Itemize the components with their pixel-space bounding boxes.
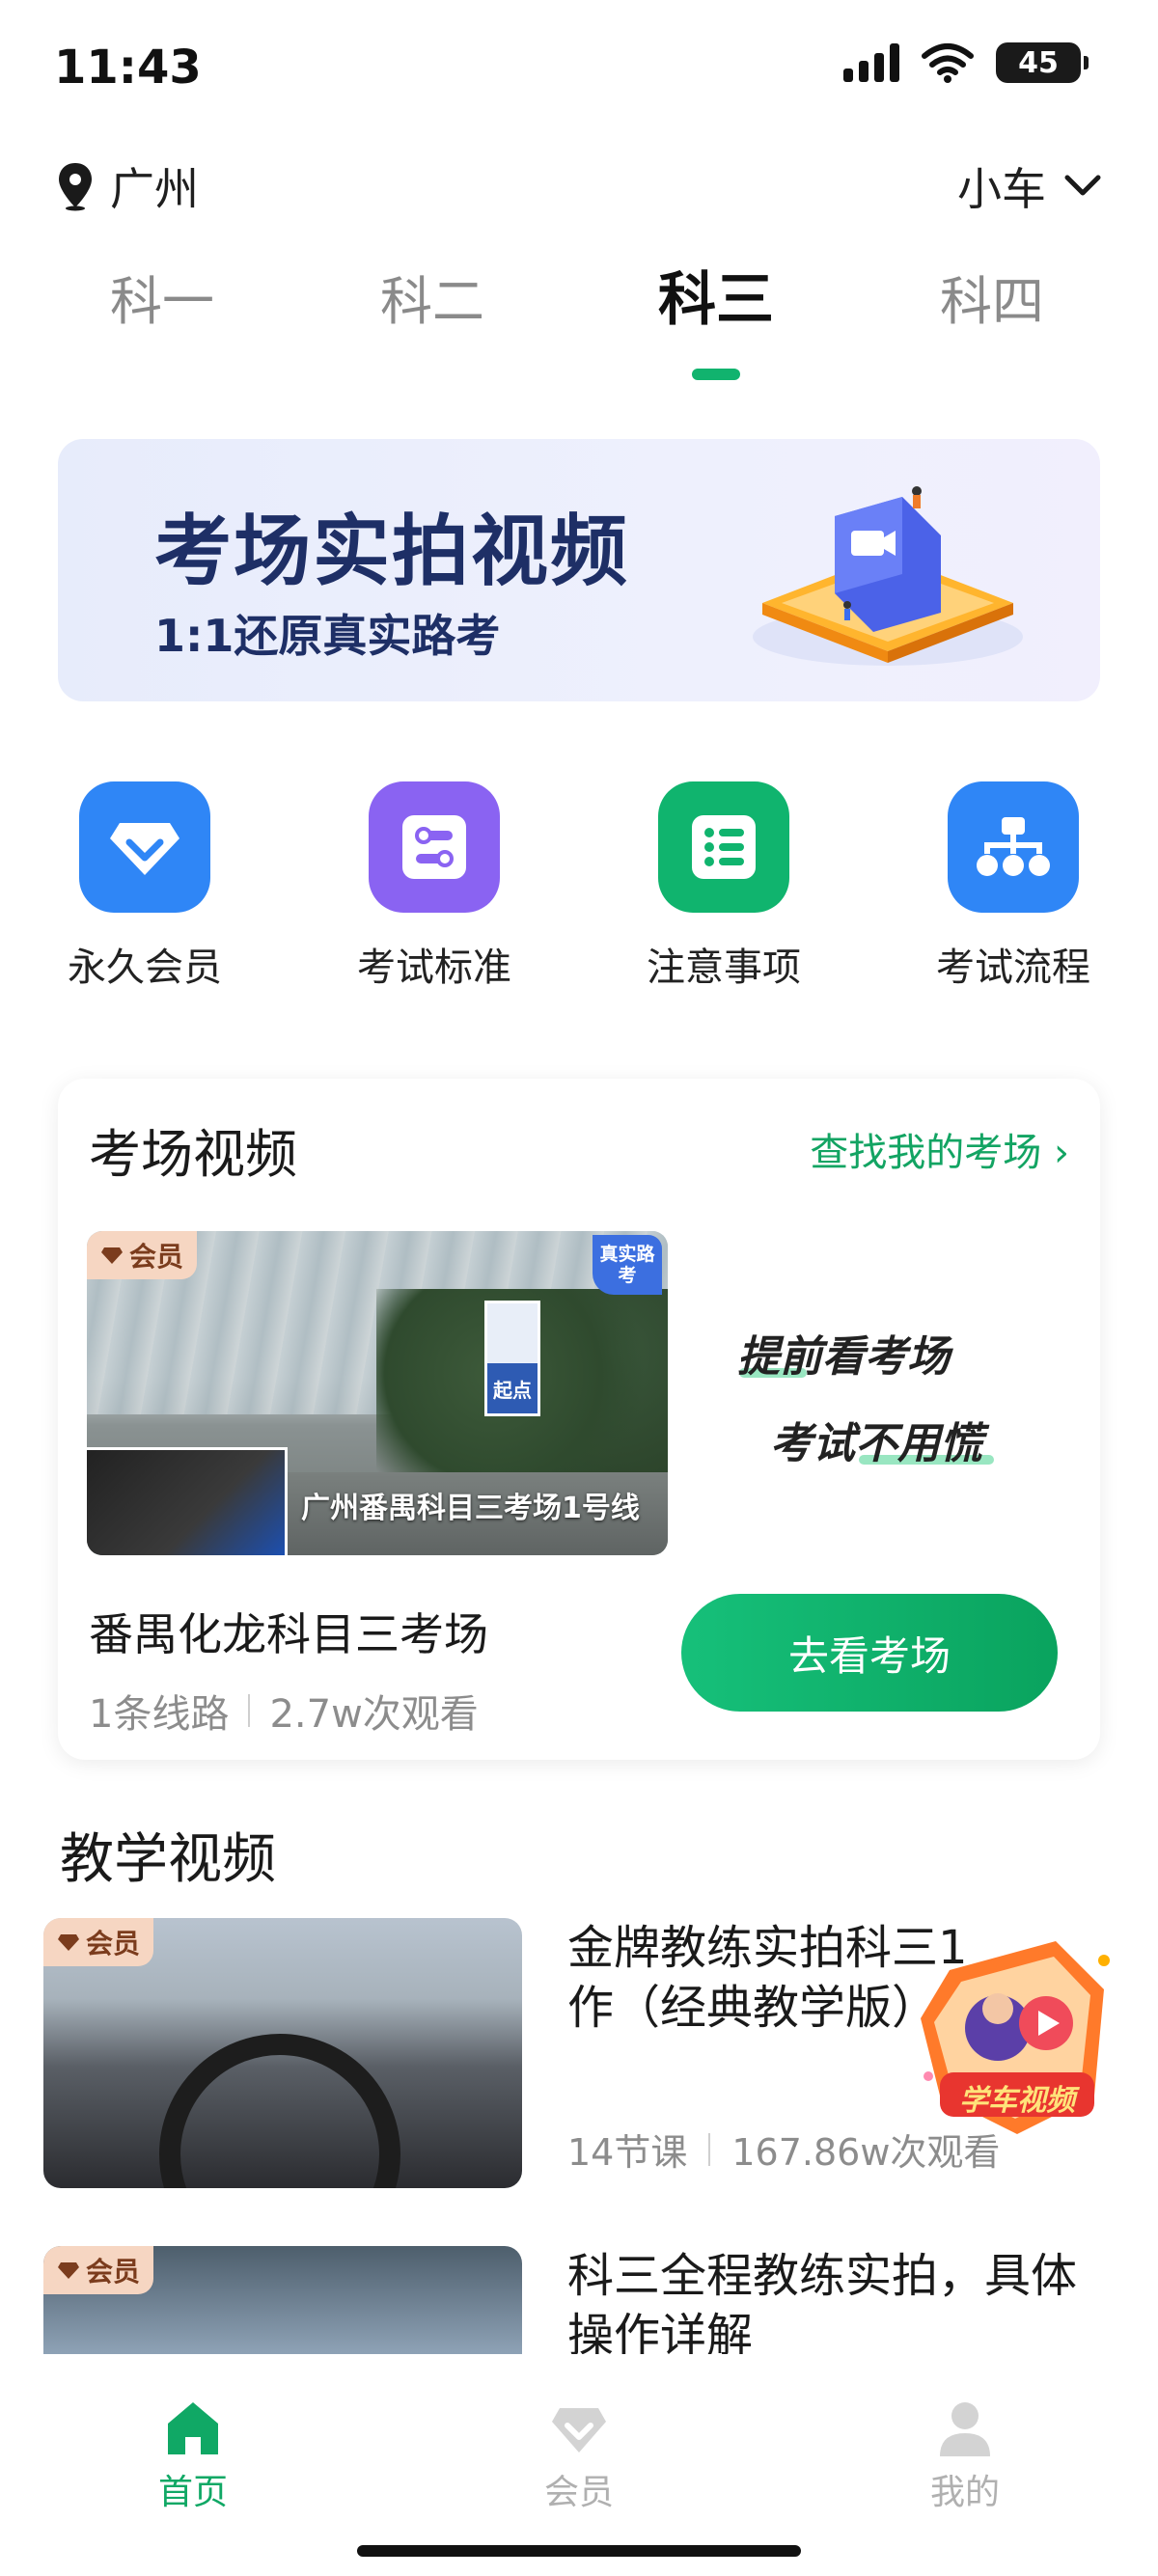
diamond-icon <box>58 2262 79 2279</box>
slogan-line-1: 提前看考场 <box>737 1332 950 1382</box>
flowchart-icon <box>948 781 1079 913</box>
find-my-venue-link[interactable]: 查找我的考场 › <box>810 1121 1069 1177</box>
nav-item-profile[interactable]: 我的 <box>772 2391 1158 2514</box>
status-bar: 11:43 45 <box>0 0 1158 135</box>
driver-inset-image <box>87 1447 288 1555</box>
diamond-icon <box>101 1247 123 1264</box>
nav-label: 首页 <box>157 2473 228 2512</box>
nav-label: 会员 <box>543 2473 614 2512</box>
checklist-icon <box>658 781 789 913</box>
lesson-count: 14节课 <box>567 2131 688 2174</box>
exam-video-banner[interactable]: 考场实拍视频 1:1还原真实路考 <box>58 439 1100 701</box>
diamond-icon <box>552 2408 606 2453</box>
car-type-selector[interactable]: 小车 <box>957 154 1102 218</box>
venue-name: 番禺化龙科目三考场 <box>89 1608 488 1660</box>
location-pin-icon <box>59 163 92 211</box>
quick-entry-label: 注意事项 <box>647 945 801 990</box>
city-label: 广州 <box>110 163 199 215</box>
quick-entry-exam-process[interactable]: 考试流程 <box>897 781 1129 992</box>
view-venue-button[interactable]: 去看考场 <box>681 1594 1058 1712</box>
video-thumbnail[interactable]: 会员 <box>43 2246 522 2354</box>
quick-entry-exam-standards[interactable]: 考试标准 <box>318 781 550 992</box>
view-count: 2.7w次观看 <box>269 1692 479 1737</box>
tab-subject-4[interactable]: 科四 <box>876 259 1108 335</box>
quick-entry-label: 考试标准 <box>357 945 511 990</box>
meta-divider <box>248 1694 251 1727</box>
exam-venue-card: 考场视频 查找我的考场 › 起点 广州番禺科目三考场1号线 会员 真实路考 提前… <box>58 1079 1100 1760</box>
location-row: 广州 小车 <box>0 145 1158 232</box>
bottom-nav: 首页 会员 我的 <box>0 2354 1158 2576</box>
meta-divider <box>708 2132 711 2166</box>
nav-label: 我的 <box>929 2473 1000 2512</box>
user-icon <box>940 2402 990 2456</box>
car-type-label: 小车 <box>957 163 1046 215</box>
quick-entry-lifetime-vip[interactable]: 永久会员 <box>29 781 261 992</box>
nav-item-vip[interactable]: 会员 <box>386 2391 772 2514</box>
home-indicator <box>357 2545 801 2557</box>
city-selector[interactable]: 广州 <box>56 154 199 218</box>
list-toggle-icon <box>369 781 500 913</box>
battery-icon: 45 <box>996 42 1089 83</box>
video-title: 科三全程教练实拍，具体 操作详解 <box>567 2249 1078 2354</box>
steering-wheel-image <box>159 2034 400 2188</box>
banner-title: 考场实拍视频 <box>154 507 629 596</box>
real-exam-badge: 真实路考 <box>593 1235 662 1295</box>
tab-subject-1[interactable]: 科一 <box>46 259 278 335</box>
video-thumbnail[interactable]: 会员 <box>43 1918 522 2188</box>
vip-badge: 会员 <box>43 2246 154 2294</box>
quick-entry-label: 永久会员 <box>68 945 222 990</box>
chevron-down-icon <box>1064 175 1101 196</box>
tab-subject-2[interactable]: 科二 <box>317 259 548 335</box>
cellular-signal-icon <box>843 43 899 82</box>
slogan-line-2: 考试不用慌 <box>770 1419 982 1468</box>
status-icons: 45 <box>843 42 1089 83</box>
active-tab-indicator <box>692 369 740 380</box>
start-sign-text: 起点 <box>493 1379 532 1402</box>
banner-subtitle: 1:1还原真实路考 <box>154 610 501 662</box>
home-icon <box>168 2402 218 2454</box>
diamond-icon <box>79 781 210 913</box>
status-time: 11:43 <box>54 41 202 95</box>
vip-badge: 会员 <box>43 1918 154 1966</box>
start-sign: 起点 <box>484 1301 540 1416</box>
tab-subject-3[interactable]: 科三 <box>600 253 832 337</box>
wifi-icon <box>922 43 974 83</box>
quick-entry-notes[interactable]: 注意事项 <box>608 781 840 992</box>
list-item[interactable]: 会员 科三全程教练实拍，具体 操作详解 <box>0 2246 1158 2354</box>
quick-entry-label: 考试流程 <box>936 945 1090 990</box>
venue-video-thumbnail[interactable]: 起点 广州番禺科目三考场1号线 会员 真实路考 <box>87 1231 668 1555</box>
section-title: 教学视频 <box>60 1828 276 1891</box>
diamond-icon <box>58 1934 79 1951</box>
section-title: 考场视频 <box>89 1124 297 1185</box>
thumbnail-caption: 广州番禺科目三考场1号线 <box>301 1492 640 1525</box>
quick-entries: 永久会员 考试标准 注意事项 考试流程 <box>0 781 1158 1003</box>
driving-video-floating-badge[interactable]: 学车视频 <box>911 1932 1123 2144</box>
route-count: 1条线路 <box>89 1692 230 1737</box>
venue-meta: 1条线路 2.7w次观看 <box>89 1683 479 1739</box>
nav-item-home[interactable]: 首页 <box>0 2391 386 2514</box>
vip-badge: 会员 <box>87 1231 198 1279</box>
video-platform-illustration <box>753 486 1023 666</box>
floating-badge-label: 学车视频 <box>959 2084 1075 2118</box>
subject-tabs: 科一 科二 科三 科四 <box>0 253 1158 388</box>
